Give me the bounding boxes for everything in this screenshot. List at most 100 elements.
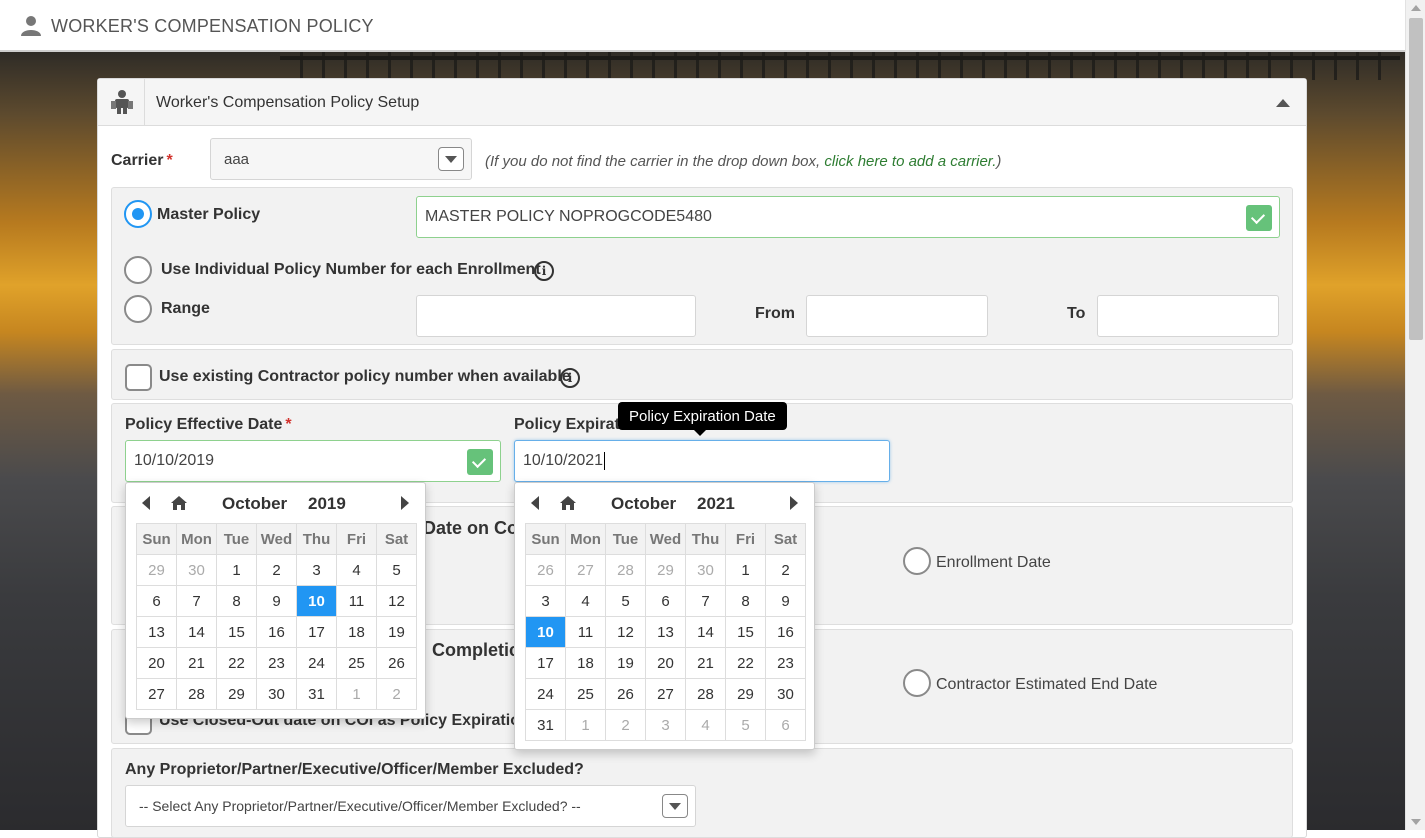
next-month-icon[interactable] [401,496,409,510]
calendar-day[interactable]: 29 [136,554,177,586]
contractor-end-radio[interactable] [903,669,931,697]
calendar-day[interactable]: 18 [565,647,606,679]
scroll-up-icon[interactable] [1411,5,1421,11]
range-from-input[interactable] [806,295,988,337]
chevron-down-icon[interactable] [438,147,464,171]
carrier-select[interactable]: aaa [210,138,472,180]
calendar-day[interactable]: 14 [176,616,217,648]
calendar-day[interactable]: 29 [216,678,257,710]
calendar-day[interactable]: 8 [725,585,766,617]
calendar-day[interactable]: 1 [725,554,766,586]
calendar-day[interactable]: 12 [376,585,417,617]
calendar-day[interactable]: 28 [605,554,646,586]
calendar-day[interactable]: 20 [136,647,177,679]
calendar-day[interactable]: 27 [645,678,686,710]
calendar-day[interactable]: 30 [176,554,217,586]
calendar-day[interactable]: 3 [525,585,566,617]
calendar-day[interactable]: 15 [216,616,257,648]
calendar-day[interactable]: 25 [565,678,606,710]
calendar-day[interactable]: 4 [565,585,606,617]
calendar-day[interactable]: 26 [525,554,566,586]
calendar-day[interactable]: 3 [645,709,686,741]
calendar-day[interactable]: 1 [216,554,257,586]
calendar-month[interactable]: October [611,494,676,514]
calendar-day[interactable]: 22 [725,647,766,679]
effective-date-input[interactable]: 10/10/2019 [125,440,501,482]
calendar-day[interactable]: 22 [216,647,257,679]
calendar-day[interactable]: 12 [605,616,646,648]
next-month-icon[interactable] [790,496,798,510]
calendar-year[interactable]: 2019 [308,494,346,514]
calendar-month[interactable]: October [222,494,287,514]
calendar-day[interactable]: 8 [216,585,257,617]
calendar-day[interactable]: 4 [685,709,726,741]
existing-contractor-checkbox[interactable] [125,364,152,391]
calendar-day[interactable]: 19 [605,647,646,679]
calendar-day[interactable]: 6 [136,585,177,617]
calendar-year[interactable]: 2021 [697,494,735,514]
calendar-day[interactable]: 11 [336,585,377,617]
calendar-day[interactable]: 6 [645,585,686,617]
prev-month-icon[interactable] [531,496,539,510]
calendar-day[interactable]: 28 [176,678,217,710]
info-icon[interactable]: i [560,368,580,388]
scroll-down-icon[interactable] [1411,819,1421,825]
calendar-day[interactable]: 2 [256,554,297,586]
prev-month-icon[interactable] [142,496,150,510]
calendar-day[interactable]: 23 [765,647,806,679]
calendar-day[interactable]: 9 [256,585,297,617]
calendar-day[interactable]: 6 [765,709,806,741]
range-to-input[interactable] [1097,295,1279,337]
calendar-day[interactable]: 28 [685,678,726,710]
individual-policy-radio[interactable] [124,256,152,284]
calendar-day[interactable]: 14 [685,616,726,648]
expiration-date-input[interactable]: 10/10/2021 [514,440,890,482]
calendar-day-selected[interactable]: 10 [296,585,337,617]
calendar-day[interactable]: 30 [685,554,726,586]
calendar-day[interactable]: 19 [376,616,417,648]
calendar-day[interactable]: 2 [605,709,646,741]
range-radio[interactable] [124,295,152,323]
page-scrollbar[interactable] [1405,0,1425,830]
calendar-day[interactable]: 30 [256,678,297,710]
calendar-day[interactable]: 16 [765,616,806,648]
calendar-day[interactable]: 3 [296,554,337,586]
range-prefix-input[interactable] [416,295,696,337]
calendar-day[interactable]: 4 [336,554,377,586]
info-icon[interactable]: i [534,261,554,281]
calendar-day[interactable]: 26 [376,647,417,679]
calendar-day[interactable]: 5 [605,585,646,617]
calendar-day[interactable]: 1 [336,678,377,710]
calendar-day[interactable]: 24 [296,647,337,679]
calendar-day[interactable]: 17 [525,647,566,679]
calendar-day-selected[interactable]: 10 [525,616,566,648]
scrollbar-thumb[interactable] [1409,18,1423,340]
calendar-day[interactable]: 30 [765,678,806,710]
calendar-day[interactable]: 11 [565,616,606,648]
calendar-day[interactable]: 31 [296,678,337,710]
calendar-day[interactable]: 23 [256,647,297,679]
calendar-day[interactable]: 5 [376,554,417,586]
master-policy-input[interactable]: MASTER POLICY NOPROGCODE5480 [416,196,1280,238]
collapse-icon[interactable] [1276,99,1290,107]
home-icon[interactable] [559,495,577,511]
calendar-day[interactable]: 7 [176,585,217,617]
calendar-day[interactable]: 9 [765,585,806,617]
add-carrier-link[interactable]: click here to add a carrier. [824,153,996,170]
calendar-day[interactable]: 29 [725,678,766,710]
calendar-day[interactable]: 2 [376,678,417,710]
calendar-day[interactable]: 13 [645,616,686,648]
master-policy-radio[interactable] [124,200,152,228]
calendar-day[interactable]: 5 [725,709,766,741]
enrollment-date-radio[interactable] [903,547,931,575]
calendar-day[interactable]: 2 [765,554,806,586]
calendar-day[interactable]: 1 [565,709,606,741]
home-icon[interactable] [170,495,188,511]
calendar-day[interactable]: 31 [525,709,566,741]
chevron-down-icon[interactable] [662,794,688,818]
calendar-day[interactable]: 24 [525,678,566,710]
calendar-day[interactable]: 20 [645,647,686,679]
calendar-day[interactable]: 21 [176,647,217,679]
calendar-day[interactable]: 17 [296,616,337,648]
calendar-day[interactable]: 27 [565,554,606,586]
